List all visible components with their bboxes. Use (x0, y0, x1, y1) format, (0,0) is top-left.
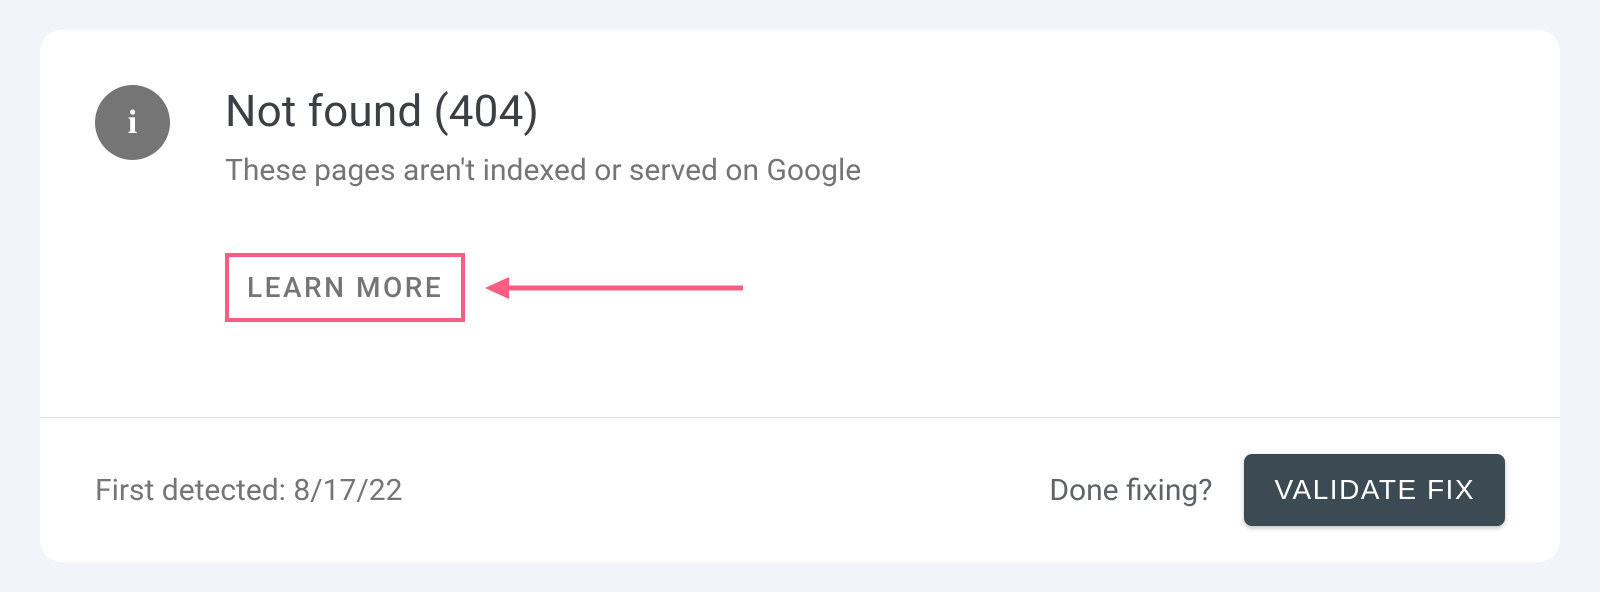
card-footer: First detected: 8/17/22 Done fixing? VAL… (40, 417, 1560, 562)
card-content: Not found (404) These pages aren't index… (225, 85, 1505, 322)
first-detected: First detected: 8/17/22 (95, 473, 402, 508)
validate-fix-button[interactable]: VALIDATE FIX (1244, 454, 1505, 526)
learn-more-link[interactable]: LEARN MORE (225, 253, 465, 322)
footer-actions: Done fixing? VALIDATE FIX (1049, 454, 1505, 526)
status-card: i Not found (404) These pages aren't ind… (40, 30, 1560, 562)
annotation-arrow-icon (483, 273, 743, 303)
first-detected-label: First detected: (95, 473, 293, 508)
learn-more-row: LEARN MORE (225, 253, 1505, 322)
card-title: Not found (404) (225, 85, 1505, 137)
card-body: i Not found (404) These pages aren't ind… (40, 30, 1560, 417)
info-icon: i (95, 85, 170, 160)
done-fixing-label: Done fixing? (1049, 473, 1212, 508)
card-subtitle: These pages aren't indexed or served on … (225, 153, 1505, 188)
first-detected-date: 8/17/22 (293, 473, 402, 508)
